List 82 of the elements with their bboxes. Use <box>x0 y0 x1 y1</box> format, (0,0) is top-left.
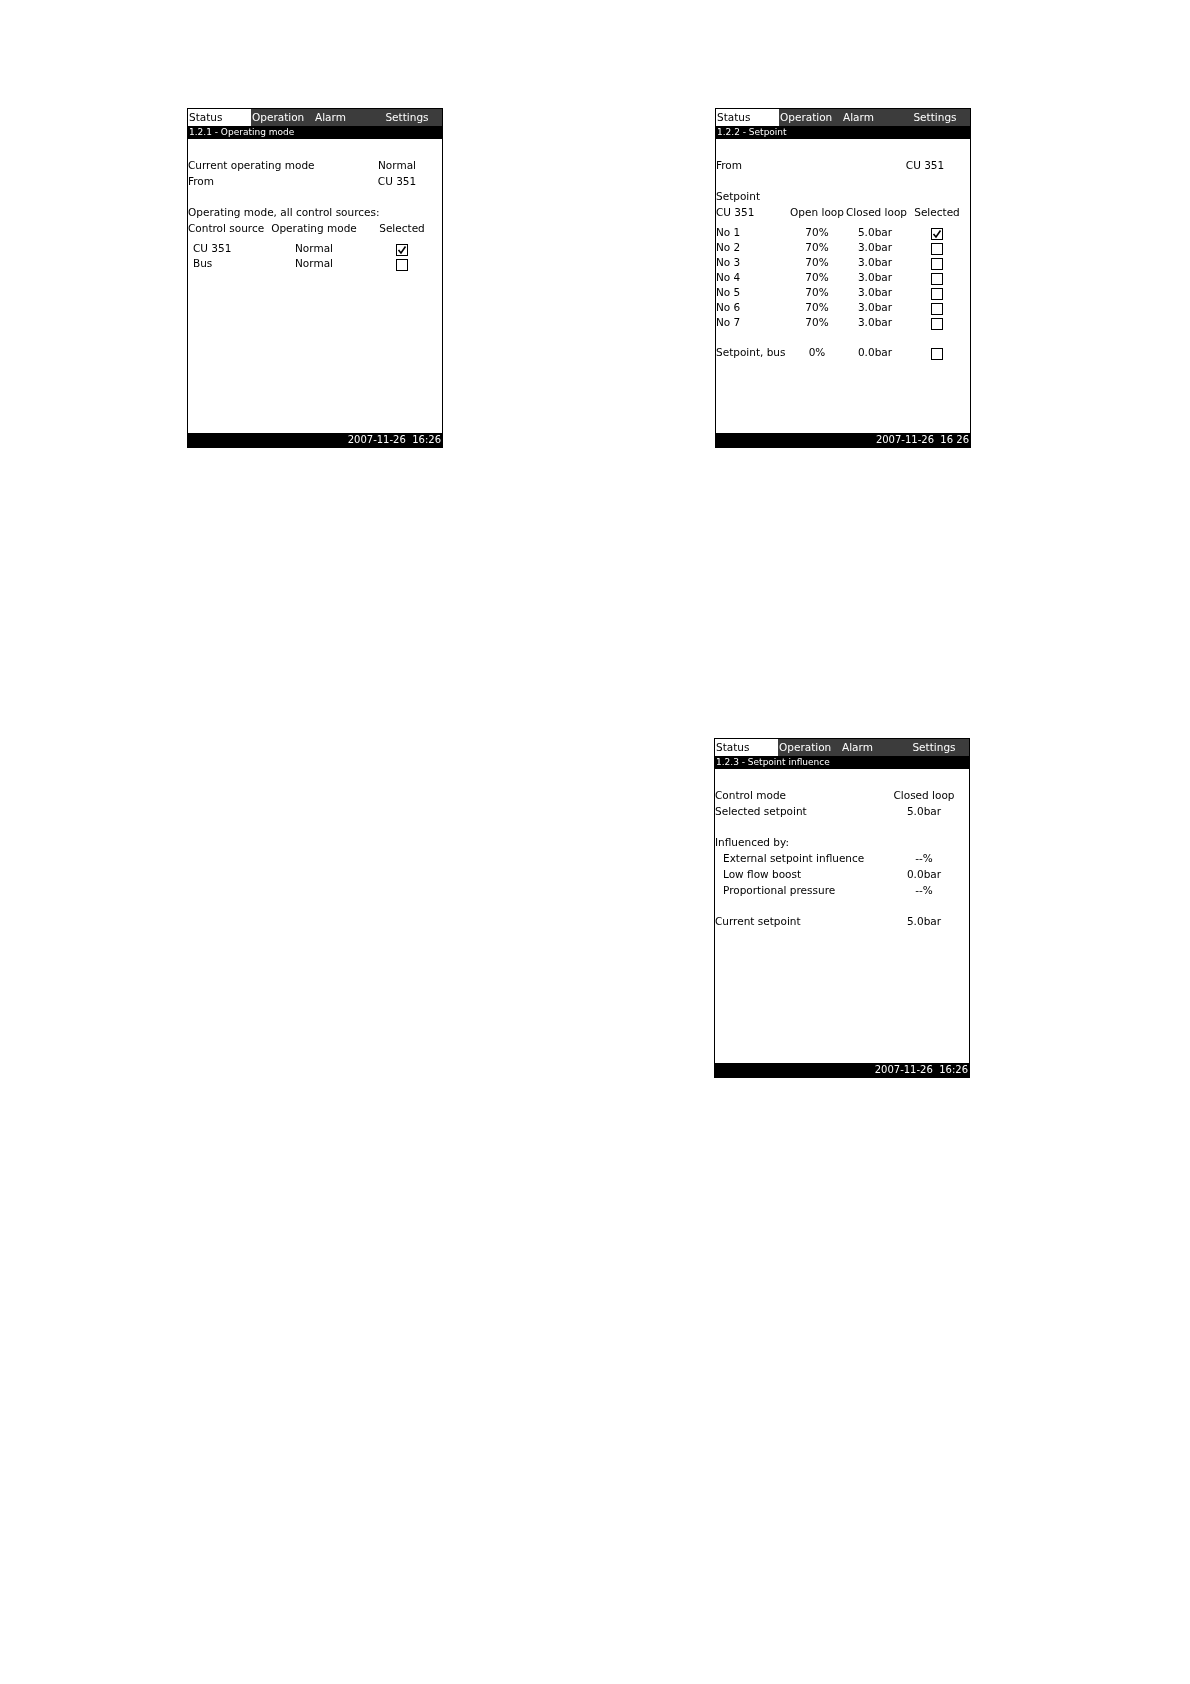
menu-tab[interactable]: Operation <box>251 109 314 126</box>
date-time: 2007-11-26 16:26 <box>874 1063 968 1077</box>
date-time: 2007-11-26 16:26 <box>347 433 441 447</box>
table-cell-text: 5.0bar <box>856 225 894 240</box>
checkbox[interactable] <box>931 228 943 240</box>
field-label: Proportional pressure <box>723 883 837 898</box>
checkbox[interactable] <box>931 273 943 285</box>
table-cell-text: No 2 <box>716 240 742 255</box>
checkbox[interactable] <box>931 303 943 315</box>
field-label: Current setpoint <box>715 914 802 929</box>
field-value: 5.0bar <box>905 804 943 819</box>
column-header: CU 351 <box>716 205 756 220</box>
checkbox[interactable] <box>396 244 408 256</box>
table-cell-text: 70% <box>804 225 830 240</box>
menu-tab[interactable]: Operation <box>778 739 841 756</box>
field-label: External setpoint influence <box>723 851 866 866</box>
field-label: Low flow boost <box>723 867 803 882</box>
section-heading: Setpoint <box>716 189 762 204</box>
table-cell-text: No 1 <box>716 225 742 240</box>
column-header: Selected <box>378 221 426 236</box>
menu-tab[interactable]: Status <box>188 109 251 126</box>
screen-title: 1.2.2 - Setpoint <box>717 126 787 139</box>
checkbox[interactable] <box>931 348 943 360</box>
menu-tab[interactable]: Settings <box>899 739 969 756</box>
menu-tab[interactable]: Alarm <box>314 109 372 126</box>
table-cell-text: 3.0bar <box>856 285 894 300</box>
section-heading: Operating mode, all control sources: <box>188 205 381 220</box>
column-header: Operating mode <box>270 221 358 236</box>
field-label: From <box>188 174 215 189</box>
checkbox[interactable] <box>396 259 408 271</box>
menu-tab[interactable]: Status <box>715 739 778 756</box>
field-label: From <box>716 158 743 173</box>
date-time: 2007-11-26 16 26 <box>875 433 969 447</box>
field-value: --% <box>914 851 934 866</box>
menu-tab[interactable]: Settings <box>900 109 970 126</box>
table-cell-text: 70% <box>804 255 830 270</box>
table-cell-text: 70% <box>804 240 830 255</box>
table-cell-text: 0% <box>807 345 827 360</box>
table-cell-text: No 4 <box>716 270 742 285</box>
field-value: CU 351 <box>904 158 946 173</box>
table-cell-text: 3.0bar <box>856 240 894 255</box>
menu-tab[interactable]: Alarm <box>842 109 900 126</box>
table-cell-text: 0.0bar <box>856 345 894 360</box>
field-value: Closed loop <box>892 788 956 803</box>
table-cell-text: No 7 <box>716 315 742 330</box>
table-cell-text: Normal <box>294 241 334 256</box>
checkbox[interactable] <box>931 318 943 330</box>
screen-title: 1.2.1 - Operating mode <box>189 126 295 139</box>
table-cell-text: Normal <box>294 256 334 271</box>
field-value: 5.0bar <box>905 914 943 929</box>
table-cell-text: 3.0bar <box>856 255 894 270</box>
table-cell-text: 70% <box>804 270 830 285</box>
column-header: Control source <box>188 221 266 236</box>
table-cell-text: CU 351 <box>192 241 233 256</box>
menu-tab[interactable]: Settings <box>372 109 442 126</box>
table-cell-text: No 5 <box>716 285 742 300</box>
table-cell-text: 3.0bar <box>856 300 894 315</box>
field-label: Selected setpoint <box>715 804 808 819</box>
checkbox[interactable] <box>931 258 943 270</box>
menu-tab[interactable]: Status <box>716 109 779 126</box>
table-cell-text: 70% <box>804 285 830 300</box>
screen-title: 1.2.3 - Setpoint influence <box>716 756 830 769</box>
table-cell-text: 3.0bar <box>856 270 894 285</box>
checkbox[interactable] <box>931 243 943 255</box>
section-heading: Influenced by: <box>715 835 791 850</box>
table-cell-text: No 6 <box>716 300 742 315</box>
menu-tab[interactable]: Alarm <box>841 739 899 756</box>
menu-tab[interactable]: Operation <box>779 109 842 126</box>
table-cell-text: 70% <box>804 315 830 330</box>
field-value: --% <box>914 883 934 898</box>
table-cell-text: Setpoint, bus <box>716 345 787 360</box>
field-value: CU 351 <box>376 174 418 189</box>
table-cell-text: Bus <box>192 256 214 271</box>
table-cell-text: 3.0bar <box>856 315 894 330</box>
field-label: Current operating mode <box>188 158 316 173</box>
field-label: Control mode <box>715 788 788 803</box>
field-value: 0.0bar <box>905 867 943 882</box>
checkbox[interactable] <box>931 288 943 300</box>
field-value: Normal <box>377 158 417 173</box>
column-header: Open loop <box>789 205 845 220</box>
table-cell-text: No 3 <box>716 255 742 270</box>
table-cell-text: 70% <box>804 300 830 315</box>
